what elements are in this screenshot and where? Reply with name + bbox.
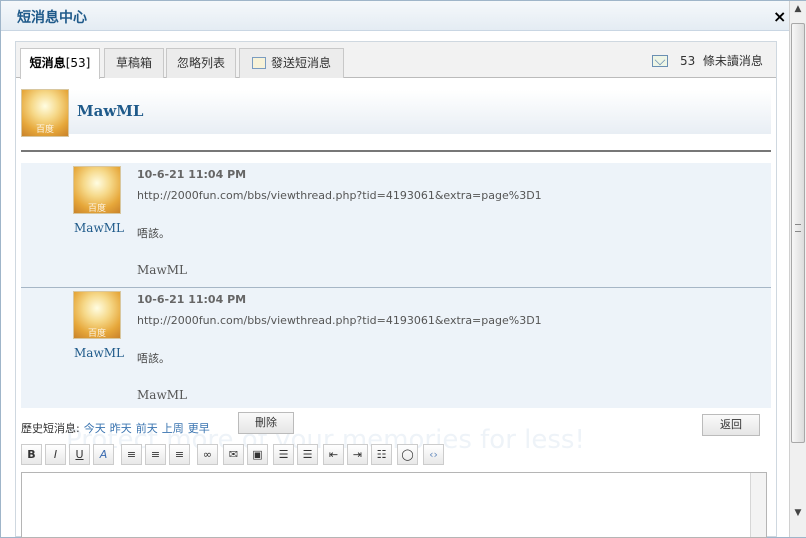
message-url[interactable]: http://2000fun.com/bbs/viewthread.php?ti…	[137, 189, 542, 202]
message-panel: photobucket 短消息[53] 草稿箱 忽略列表 發送短消息 53 條未…	[15, 41, 777, 538]
message-date: 10-6-21 11:04 PM	[137, 293, 247, 306]
message-signature: MawML	[137, 263, 187, 277]
tab-drafts[interactable]: 草稿箱	[104, 48, 164, 78]
history-earlier-link[interactable]: 更早	[188, 422, 210, 435]
tab-inbox-count: [53]	[65, 56, 91, 70]
unread-number: 53	[680, 54, 696, 68]
message-text: 唔該。	[137, 352, 170, 365]
history-today-link[interactable]: 今天	[84, 422, 106, 435]
quote-icon[interactable]: ☷	[371, 444, 392, 465]
align-center-icon[interactable]: ≡	[145, 444, 166, 465]
back-button[interactable]: 返回	[702, 414, 760, 436]
tab-inbox-label: 短消息	[29, 56, 66, 70]
tab-send-message[interactable]: 發送短消息	[239, 48, 344, 78]
link-icon[interactable]: ∞	[197, 444, 218, 465]
close-icon[interactable]: ×	[773, 7, 786, 26]
speech-bubble-icon[interactable]: ◯	[397, 444, 418, 465]
message-editor[interactable]	[21, 472, 767, 538]
message-sender[interactable]: MawML	[69, 221, 129, 235]
unordered-list-icon[interactable]: ☰	[297, 444, 318, 465]
scroll-down-icon[interactable]: ▼	[790, 505, 806, 521]
avatar[interactable]: 百度	[73, 166, 121, 214]
scrollbar-thumb[interactable]	[791, 23, 805, 443]
grip-icon	[795, 224, 801, 232]
scroll-up-icon[interactable]: ▲	[790, 1, 806, 17]
tab-drafts-label: 草稿箱	[115, 56, 152, 70]
vertical-scrollbar[interactable]: ▲ ▼	[789, 1, 806, 537]
envelope-icon	[652, 55, 668, 67]
history-bar: 歷史短消息: 今天 昨天 前天 上周 更早	[21, 420, 210, 436]
title-bar: 短消息中心 ×	[1, 1, 789, 31]
align-left-icon[interactable]: ≡	[121, 444, 142, 465]
window-title: 短消息中心	[17, 10, 87, 26]
indent-icon[interactable]: ⇥	[347, 444, 368, 465]
header-divider	[21, 150, 771, 152]
code-icon[interactable]: ‹›	[423, 444, 444, 465]
message-date: 10-6-21 11:04 PM	[137, 168, 247, 181]
avatar: 百度	[21, 89, 69, 137]
message-text: 唔該。	[137, 227, 170, 240]
avatar[interactable]: 百度	[73, 291, 121, 339]
history-lastweek-link[interactable]: 上周	[162, 422, 184, 435]
compose-icon	[251, 57, 266, 69]
unread-count[interactable]: 53 條未讀消息	[652, 52, 763, 69]
conversation-user-name[interactable]: MawML	[77, 102, 143, 120]
editor-toolbar: B I U A ≡ ≡ ≡ ∞ ✉ ▣ ☰ ☰ ⇤ ⇥ ☷ ◯ ‹›	[21, 444, 451, 466]
tab-inbox[interactable]: 短消息[53]	[20, 48, 100, 79]
history-daybefore-link[interactable]: 前天	[136, 422, 158, 435]
font-color-button[interactable]: A	[93, 444, 114, 465]
bold-button[interactable]: B	[21, 444, 42, 465]
message-center-window: 短消息中心 × ▲ ▼ photobucket 短消息[53] 草稿箱 忽略列表…	[0, 0, 806, 538]
tab-ignore-list[interactable]: 忽略列表	[166, 48, 236, 78]
history-label: 歷史短消息:	[21, 422, 80, 435]
message-sender[interactable]: MawML	[69, 346, 129, 360]
image-icon[interactable]: ▣	[247, 444, 268, 465]
email-icon[interactable]: ✉	[223, 444, 244, 465]
tab-bar: 短消息[53] 草稿箱 忽略列表 發送短消息 53 條未讀消息	[16, 42, 776, 79]
tab-send-message-label: 發送短消息	[270, 56, 331, 70]
avatar-caption: 百度	[35, 125, 54, 135]
avatar-caption: 百度	[87, 204, 106, 214]
ordered-list-icon[interactable]: ☰	[273, 444, 294, 465]
delete-button[interactable]: 刪除	[238, 412, 294, 434]
tab-ignore-list-label: 忽略列表	[176, 56, 225, 70]
message-item: 百度 MawML 10-6-21 11:04 PM http://2000fun…	[21, 288, 771, 408]
unread-label: 條未讀消息	[702, 54, 763, 68]
conversation-header: 百度 MawML	[21, 89, 771, 137]
editor-scrollbar[interactable]	[750, 473, 766, 537]
message-signature: MawML	[137, 388, 187, 402]
message-url[interactable]: http://2000fun.com/bbs/viewthread.php?ti…	[137, 314, 542, 327]
italic-button[interactable]: I	[45, 444, 66, 465]
message-item: 百度 MawML 10-6-21 11:04 PM http://2000fun…	[21, 163, 771, 287]
history-yesterday-link[interactable]: 昨天	[110, 422, 132, 435]
underline-button[interactable]: U	[69, 444, 90, 465]
avatar-caption: 百度	[87, 329, 106, 339]
outdent-icon[interactable]: ⇤	[323, 444, 344, 465]
align-right-icon[interactable]: ≡	[169, 444, 190, 465]
